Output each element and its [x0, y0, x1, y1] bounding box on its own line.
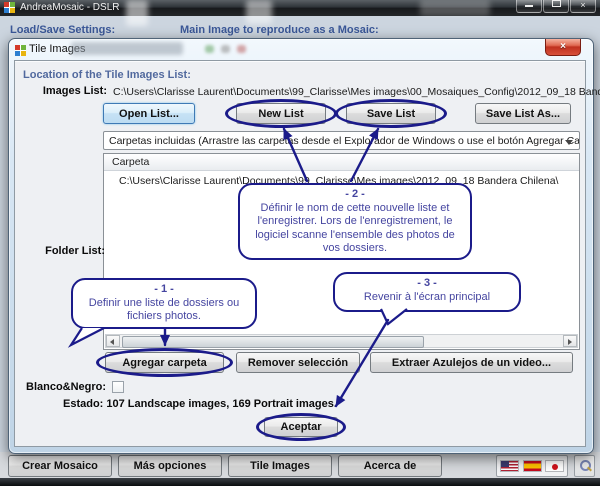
chevron-down-icon: [565, 140, 573, 145]
main-window-titlebar: AndreaMosaic - DSLR ×: [0, 0, 600, 16]
titlebar-ghost: [71, 42, 183, 55]
callout-1-number: - 1 -: [81, 283, 247, 297]
callout-3-text: Revenir à l'écran principal: [343, 291, 511, 305]
taskbar-edge: [0, 478, 600, 486]
background-ghost: [420, 0, 490, 16]
maximize-button[interactable]: [543, 0, 569, 13]
annotation-oval-aceptar: [256, 413, 346, 441]
scroll-right-button[interactable]: [563, 335, 577, 347]
callout-2: - 2 - Définir le nom de cette nouvelle l…: [238, 183, 472, 260]
screenshot-root: AndreaMosaic - DSLR × Load/Save Settings…: [0, 0, 600, 486]
close-icon: ×: [560, 41, 566, 52]
close-button[interactable]: ×: [570, 0, 596, 13]
open-list-button[interactable]: Open List...: [103, 103, 195, 124]
scroll-left-icon: [110, 339, 114, 345]
annotation-oval-new-list: [225, 99, 337, 128]
blanco-negro-label: Blanco&Negro:: [26, 381, 106, 393]
background-ghost: [126, 0, 148, 26]
callout-1-text: Definir une liste de dossiers ou fichier…: [81, 297, 247, 324]
crear-mosaico-button[interactable]: Crear Mosaico: [8, 455, 112, 477]
folder-combo[interactable]: Carpetas incluidas (Arrastre las carpeta…: [103, 131, 580, 150]
folder-combo-value: Carpetas incluidas (Arrastre las carpeta…: [109, 135, 580, 147]
folder-list-label: Folder List:: [33, 245, 105, 257]
folder-list-column-header[interactable]: Carpeta: [104, 154, 579, 171]
acerca-de-button[interactable]: Acerca de: [338, 455, 442, 477]
us-flag-icon[interactable]: [500, 460, 519, 472]
tile-images-dialog: Tile Images × Location of the Tile Image…: [8, 38, 594, 454]
callout-3-number: - 3 -: [343, 277, 511, 291]
main-image-heading: Main Image to reproduce as a Mosaic:: [180, 24, 379, 36]
background-ghost: [246, 0, 272, 24]
titlebar-ghost: [221, 45, 230, 53]
dialog-client-area: Location of the Tile Images List: Images…: [14, 60, 586, 447]
app-icon: [4, 2, 15, 13]
callout-1: - 1 - Definir une liste de dossiers ou f…: [71, 278, 257, 329]
minimize-button[interactable]: [516, 0, 542, 13]
close-icon: ×: [580, 0, 585, 10]
titlebar-ghost: [205, 45, 214, 53]
language-selector[interactable]: [496, 455, 568, 477]
dialog-close-button[interactable]: ×: [545, 39, 581, 56]
load-save-settings-heading: Load/Save Settings:: [10, 24, 115, 36]
titlebar-ghost: [237, 45, 246, 53]
scroll-right-icon: [568, 339, 572, 345]
blanco-negro-checkbox[interactable]: [112, 381, 124, 393]
callout-2-number: - 2 -: [248, 188, 462, 202]
save-list-as-button[interactable]: Save List As...: [475, 103, 571, 124]
status-text: Estado: 107 Landscape images, 169 Portra…: [63, 398, 337, 410]
search-button[interactable]: [574, 455, 595, 477]
maximize-icon: [552, 0, 561, 7]
japan-flag-icon[interactable]: [545, 460, 564, 472]
dialog-icon: [15, 45, 26, 56]
images-list-label: Images List:: [25, 85, 107, 97]
annotation-oval-agregar: [96, 348, 233, 377]
extraer-azulejos-button[interactable]: Extraer Azulejos de un video...: [370, 352, 573, 373]
remover-seleccion-button[interactable]: Remover selección: [236, 352, 360, 373]
minimize-icon: [525, 5, 533, 7]
images-list-path: C:\Users\Clarisse Laurent\Documents\99_C…: [113, 86, 583, 98]
scrollbar-thumb[interactable]: [122, 336, 424, 348]
callout-2-text: Définir le nom de cette nouvelle liste e…: [248, 202, 462, 256]
annotation-oval-save-list: [335, 99, 447, 128]
tile-images-button[interactable]: Tile Images: [228, 455, 332, 477]
main-window-title: AndreaMosaic - DSLR: [20, 0, 119, 16]
mas-opciones-button[interactable]: Más opciones: [118, 455, 222, 477]
callout-3: - 3 - Revenir à l'écran principal: [333, 272, 521, 312]
spain-flag-icon[interactable]: [523, 460, 542, 472]
horizontal-scrollbar[interactable]: [105, 334, 578, 348]
scroll-left-button[interactable]: [106, 335, 120, 347]
section-heading: Location of the Tile Images List:: [23, 69, 191, 81]
